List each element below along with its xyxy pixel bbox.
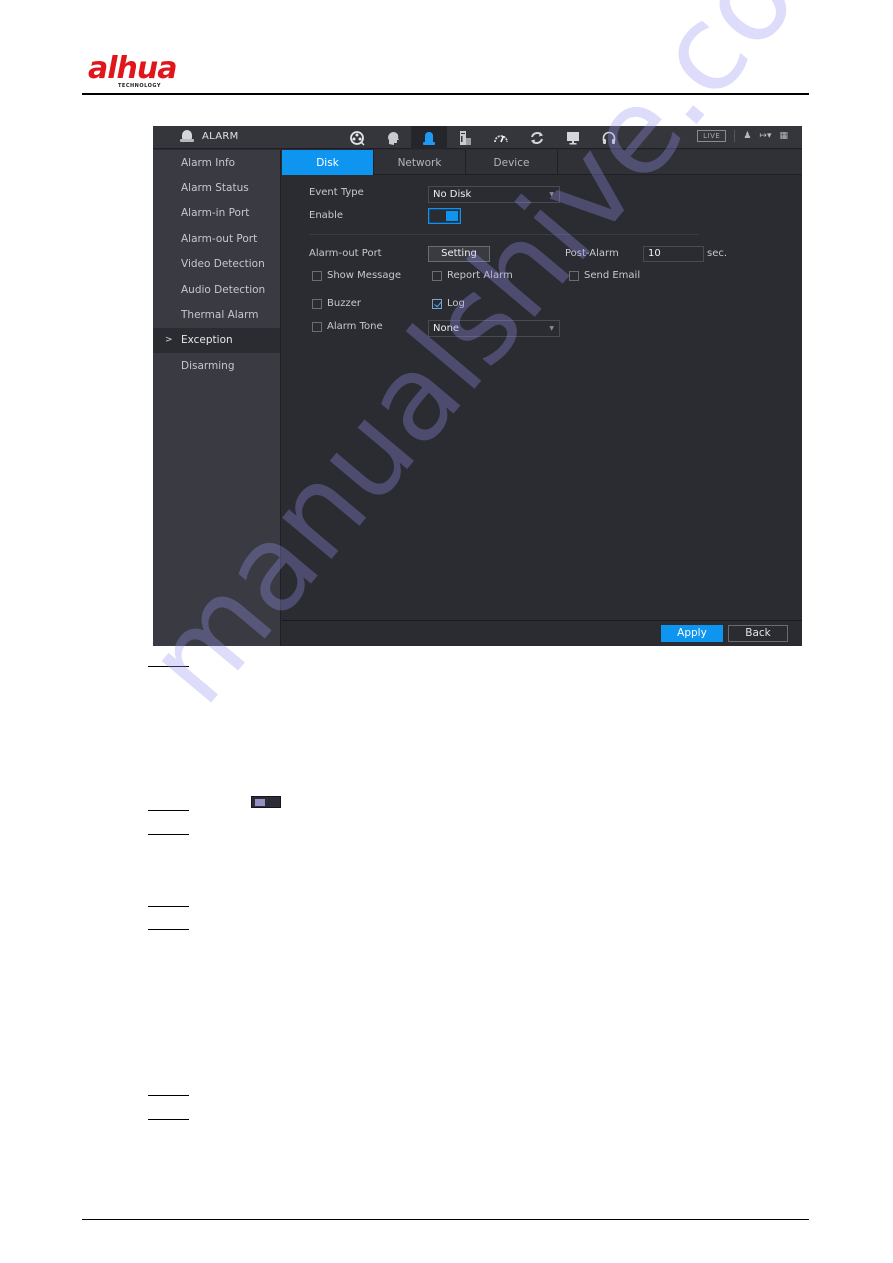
checkbox-box[interactable] <box>569 270 579 281</box>
checkbox-box-checked[interactable] <box>432 298 442 309</box>
alarm-tone-value: None <box>433 323 460 334</box>
checkbox-label: Report Alarm <box>447 270 513 281</box>
alarm-out-port-label: Alarm-out Port <box>309 248 382 259</box>
event-type-value: No Disk <box>433 189 472 200</box>
log-checkbox[interactable]: Log <box>432 298 465 309</box>
tab-network[interactable]: Network <box>374 150 466 175</box>
alarm-tone-checkbox[interactable]: Alarm Tone <box>312 321 383 332</box>
chevron-right-icon: > <box>165 335 173 346</box>
bottom-action-bar: Apply Back <box>282 620 802 646</box>
checkbox-label: Buzzer <box>327 298 361 309</box>
sidebar-item-audio-detection[interactable]: Audio Detection <box>153 277 280 302</box>
enable-label: Enable <box>309 210 344 221</box>
playback-icon[interactable] <box>339 126 375 149</box>
sidebar-item-alarm-info[interactable]: Alarm Info <box>153 150 280 175</box>
checkbox-label: Send Email <box>584 270 641 281</box>
sidebar-item-label: Audio Detection <box>181 283 266 296</box>
ai-face-icon[interactable] <box>375 126 411 149</box>
dahua-logo: alhua TECHNOLOGY <box>88 54 198 90</box>
chevron-down-icon: ▼ <box>549 191 554 198</box>
step-marker <box>148 1119 189 1120</box>
header-rule <box>82 93 809 95</box>
section-divider <box>309 234 699 235</box>
audio-headset-icon[interactable] <box>591 126 627 149</box>
sidebar-item-label: Alarm Status <box>181 182 249 195</box>
sidebar-item-alarm-status[interactable]: Alarm Status <box>153 175 280 200</box>
inline-toggle-off-icon <box>251 796 281 808</box>
send-email-checkbox[interactable]: Send Email <box>569 270 640 281</box>
checkbox-box[interactable] <box>432 270 442 281</box>
buzzer-checkbox[interactable]: Buzzer <box>312 298 361 309</box>
checkbox-box[interactable] <box>312 321 322 332</box>
toggle-knob <box>255 799 265 806</box>
right-toolbar: LIVE ♟ ↦▾ ▦ <box>697 130 788 142</box>
tab-disk[interactable]: Disk <box>282 150 374 175</box>
back-button[interactable]: Back <box>728 625 788 642</box>
performance-gauge-icon[interactable] <box>483 126 519 149</box>
sidebar-item-label: Alarm-in Port <box>181 207 250 220</box>
chevron-down-icon: ▼ <box>549 325 554 332</box>
display-monitor-icon[interactable] <box>555 126 591 149</box>
sidebar-item-thermal-alarm[interactable]: Thermal Alarm <box>153 302 280 327</box>
sidebar-item-alarm-out-port[interactable]: Alarm-out Port <box>153 226 280 251</box>
top-bar: ALARM LIVE ♟ ↦▾ ▦ <box>153 126 802 149</box>
tab-bar: Disk Network Device <box>282 150 802 175</box>
sidebar-item-disarming[interactable]: Disarming <box>153 353 280 378</box>
main-nav-icons <box>339 126 627 149</box>
sidebar-item-label: Alarm Info <box>181 156 236 169</box>
toggle-knob <box>446 211 458 221</box>
sidebar-item-exception[interactable]: > Exception <box>153 327 280 354</box>
brand-name: alhua <box>88 51 178 86</box>
sidebar-item-label: Thermal Alarm <box>181 309 259 322</box>
report-alarm-checkbox[interactable]: Report Alarm <box>432 270 513 281</box>
live-button[interactable]: LIVE <box>697 130 727 142</box>
event-type-label: Event Type <box>309 187 364 198</box>
alarm-config-window: ALARM LIVE ♟ ↦▾ ▦ Alarm Info Alarm Statu… <box>153 126 802 646</box>
enable-toggle[interactable] <box>428 208 461 224</box>
alarm-tone-select[interactable]: None ▼ <box>428 320 560 337</box>
step-marker <box>148 834 189 835</box>
sidebar: Alarm Info Alarm Status Alarm-in Port Al… <box>153 150 281 646</box>
alarm-bell-icon <box>180 130 194 142</box>
tab-device[interactable]: Device <box>466 150 558 175</box>
post-alarm-label: Post-Alarm <box>565 248 619 259</box>
checkbox-label: Alarm Tone <box>327 321 383 332</box>
post-alarm-unit: sec. <box>707 248 728 259</box>
sidebar-item-alarm-in-port[interactable]: Alarm-in Port <box>153 201 280 226</box>
sidebar-item-label: Video Detection <box>181 258 265 271</box>
user-icon[interactable]: ♟ <box>743 130 751 142</box>
step-marker <box>148 666 189 667</box>
sidebar-item-label: Alarm-out Port <box>181 232 258 245</box>
step-marker <box>148 810 189 811</box>
storage-icon[interactable] <box>447 126 483 149</box>
post-alarm-input[interactable]: 10 <box>643 246 704 262</box>
checkbox-label: Show Message <box>327 270 401 281</box>
footer-rule <box>82 1219 809 1220</box>
toolbar-separator <box>734 130 736 142</box>
sidebar-item-label: Disarming <box>181 359 235 372</box>
sync-icon[interactable] <box>519 126 555 149</box>
window-title-area: ALARM <box>180 130 239 142</box>
step-marker <box>148 929 189 930</box>
checkbox-label: Log <box>447 298 465 309</box>
event-type-select[interactable]: No Disk ▼ <box>428 186 560 203</box>
sidebar-item-label: Exception <box>181 334 233 347</box>
show-message-checkbox[interactable]: Show Message <box>312 270 401 281</box>
sidebar-item-video-detection[interactable]: Video Detection <box>153 252 280 277</box>
window-title: ALARM <box>202 130 239 142</box>
checkbox-box[interactable] <box>312 270 322 281</box>
step-marker <box>148 906 189 907</box>
grid-icon[interactable]: ▦ <box>779 130 788 142</box>
checkbox-box[interactable] <box>312 298 322 309</box>
brand-tagline: TECHNOLOGY <box>118 83 161 89</box>
apply-button[interactable]: Apply <box>661 625 723 642</box>
setting-button[interactable]: Setting <box>428 246 490 262</box>
logout-icon[interactable]: ↦▾ <box>759 130 771 142</box>
alarm-bell-icon[interactable] <box>411 126 447 149</box>
content-area: Disk Network Device Event Type No Disk ▼… <box>282 150 802 646</box>
step-marker <box>148 1095 189 1096</box>
